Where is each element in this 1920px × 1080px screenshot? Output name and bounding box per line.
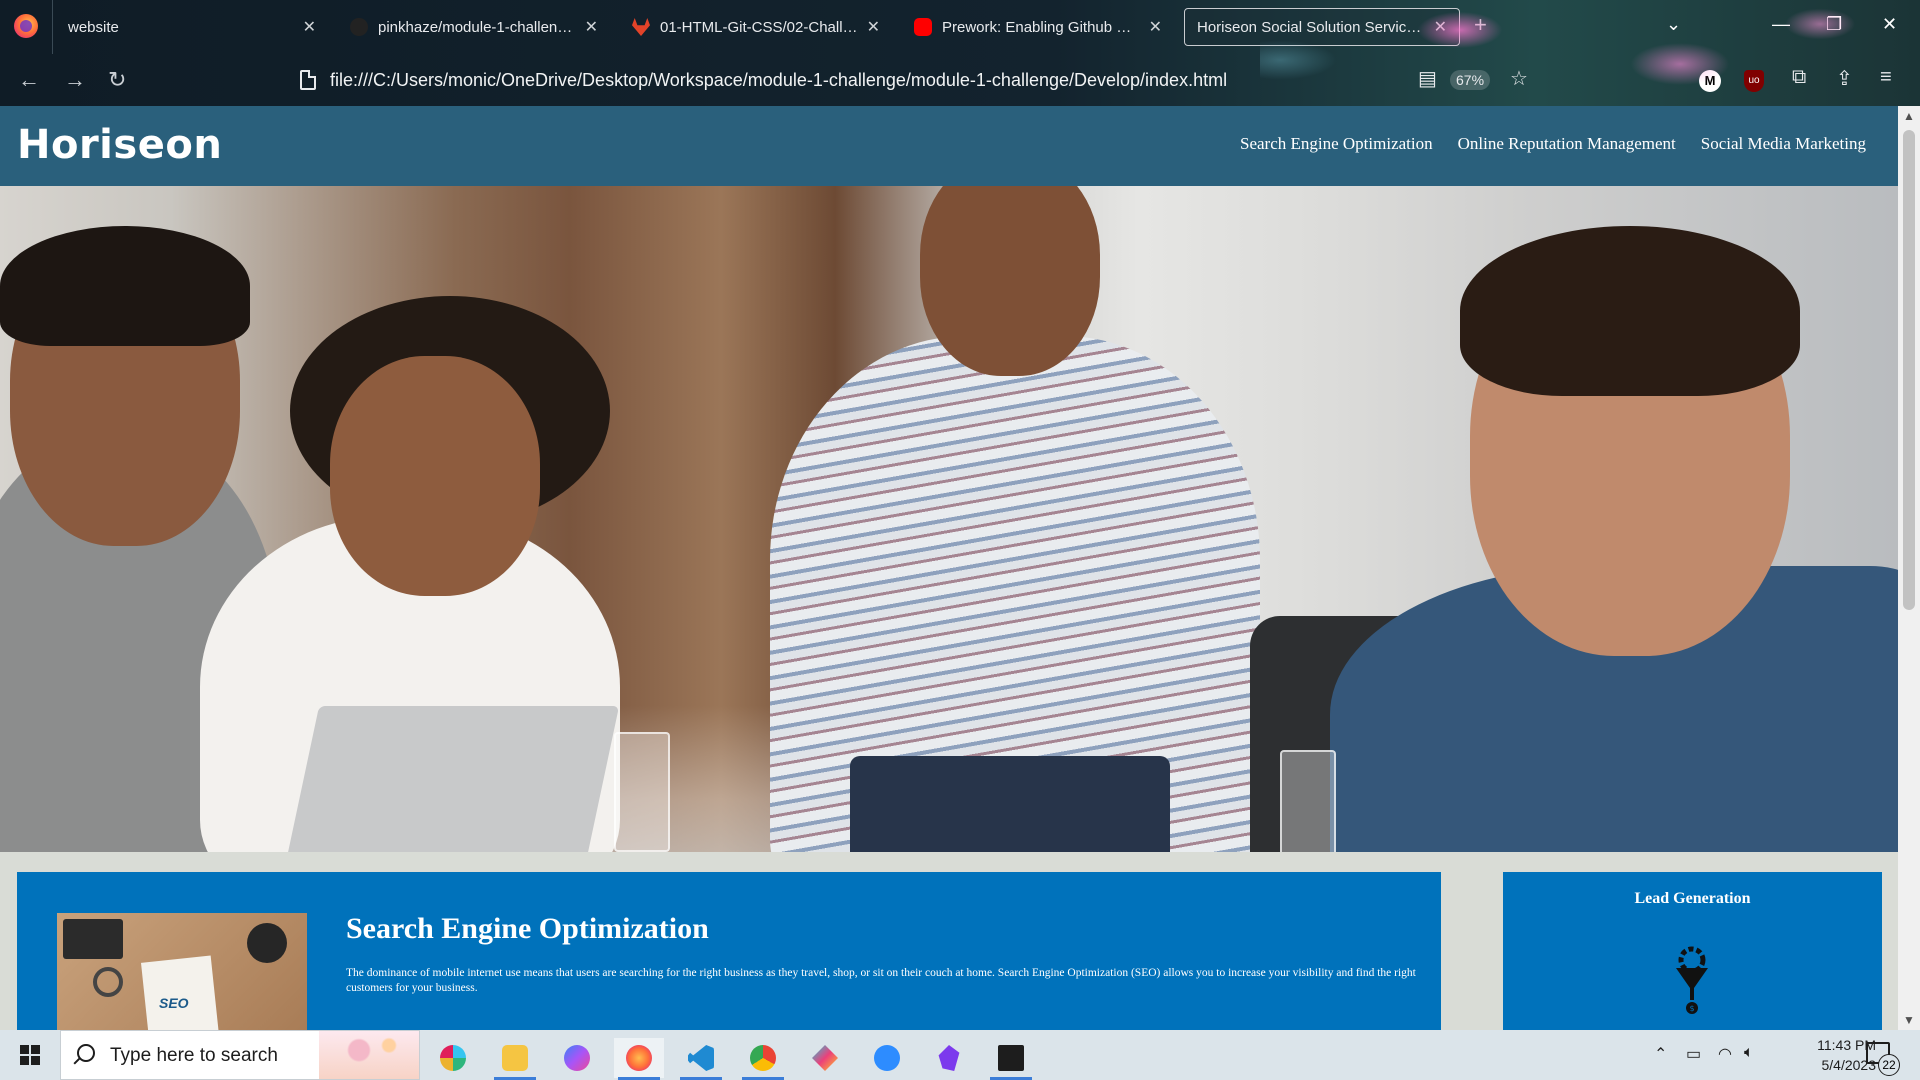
firefox-taskbar-icon[interactable] [614, 1038, 664, 1080]
share-icon[interactable]: ⇪ [1836, 66, 1853, 91]
page-scrollbar[interactable]: ▲ ▼ [1898, 106, 1920, 1030]
obsidian-icon[interactable] [924, 1038, 974, 1078]
hero-glass-shape [1280, 750, 1336, 852]
pen-cup-shape [247, 923, 287, 963]
zoom-level[interactable]: 67% [1450, 70, 1491, 90]
reload-icon[interactable]: ↻ [108, 66, 126, 94]
hero-person-shape [1460, 226, 1800, 396]
url-text[interactable]: file:///C:/Users/monic/OneDrive/Desktop/… [330, 70, 1227, 91]
gitkraken-icon[interactable] [800, 1038, 850, 1078]
seo-paragraph: The dominance of mobile internet use mea… [346, 967, 1416, 994]
youtube-icon [914, 18, 932, 36]
slack-icon[interactable] [428, 1038, 478, 1078]
lead-heading: Lead Generation [1634, 890, 1751, 907]
forward-arrow-icon[interactable]: → [64, 66, 86, 94]
tab-website[interactable]: website ✕ [56, 8, 328, 46]
search-icon [77, 1044, 95, 1062]
wifi-icon[interactable]: ◠ [1718, 1044, 1732, 1064]
ublock-icon[interactable]: uo [1744, 70, 1764, 92]
zoom-icon[interactable] [862, 1038, 912, 1078]
chevron-up-icon[interactable]: ⌃ [1654, 1044, 1667, 1064]
close-icon[interactable]: ✕ [303, 17, 316, 37]
site-header: Horiseon Search Engine Optimization Onli… [0, 106, 1898, 186]
nav-link-seo[interactable]: Search Engine Optimization [1240, 134, 1433, 154]
nav-link-reputation[interactable]: Online Reputation Management [1458, 134, 1676, 154]
window-close-icon[interactable]: ✕ [1882, 14, 1897, 35]
scroll-thumb[interactable] [1903, 130, 1915, 610]
taskbar-clock[interactable]: 11:43 PM 5/4/2023 [1766, 1035, 1876, 1075]
tab-github-repo[interactable]: pinkhaze/module-1-challenge: ✕ [338, 8, 610, 46]
extension-m-icon[interactable]: M [1699, 70, 1721, 92]
close-icon[interactable]: ✕ [1434, 17, 1447, 37]
page-icon[interactable] [300, 70, 316, 90]
browser-chrome: website ✕ pinkhaze/module-1-challenge: ✕… [0, 0, 1920, 106]
star-icon[interactable]: ☆ [1510, 66, 1528, 91]
tab-horiseon[interactable]: Horiseon Social Solution Services, In ✕ [1184, 8, 1460, 46]
close-icon[interactable]: ✕ [585, 17, 598, 37]
seo-image-label: SEO [159, 995, 189, 1011]
gitlab-icon [632, 18, 650, 36]
tab-title: Horiseon Social Solution Services, In [1197, 18, 1426, 36]
close-icon[interactable]: ✕ [1149, 17, 1162, 37]
hero-image [0, 186, 1898, 852]
hero-glass-shape [614, 732, 670, 852]
tab-bar: website ✕ pinkhaze/module-1-challenge: ✕… [0, 0, 1920, 54]
windows-taskbar: Type here to search ⌃ ▭ ◠ 🔈︎ 11:43 PM 5/… [0, 1030, 1920, 1080]
copilot-icon[interactable] [552, 1038, 602, 1078]
lead-generation-card: Lead Generation $ [1503, 872, 1882, 1030]
github-icon [350, 18, 368, 36]
close-icon[interactable]: ✕ [867, 17, 880, 37]
seo-heading: Search Engine Optimization [346, 912, 709, 945]
keyboard-shape [63, 919, 123, 959]
clock-time: 11:43 PM [1817, 1037, 1876, 1053]
page-viewport: Horiseon Search Engine Optimization Onli… [0, 106, 1920, 1030]
list-tabs-icon[interactable]: ⌄ [1666, 14, 1681, 35]
reader-view-icon[interactable]: ▤ [1418, 66, 1437, 91]
minimize-icon[interactable]: — [1772, 14, 1790, 35]
vscode-icon[interactable] [676, 1038, 726, 1080]
battery-icon[interactable]: ▭ [1686, 1044, 1701, 1064]
new-tab-icon[interactable]: + [1474, 12, 1487, 38]
lead-funnel-icon: $ [1676, 946, 1708, 1014]
tab-title: 01-HTML-Git-CSS/02-Challenge [660, 18, 859, 36]
tab-title: Prework: Enabling Github Pages [942, 18, 1141, 36]
tab-gitlab[interactable]: 01-HTML-Git-CSS/02-Challenge ✕ [620, 8, 892, 46]
puzzle-icon[interactable]: ⧉ [1792, 66, 1806, 89]
terminal-icon[interactable] [986, 1038, 1036, 1080]
tab-title: pinkhaze/module-1-challenge: [378, 18, 577, 36]
clock-date: 5/4/2023 [1821, 1057, 1877, 1073]
search-highlight-image [319, 1031, 419, 1079]
site-logo[interactable]: Horiseon [17, 122, 222, 168]
chrome-icon[interactable] [738, 1038, 788, 1080]
seo-card: SEO Search Engine Optimization The domin… [17, 872, 1441, 1030]
restore-icon[interactable]: ❐ [1826, 14, 1842, 35]
hero-person-shape [0, 226, 250, 346]
scroll-up-icon[interactable]: ▲ [1898, 106, 1920, 126]
windows-start-icon[interactable] [20, 1045, 40, 1065]
tab-divider [52, 0, 53, 54]
scroll-down-icon[interactable]: ▼ [1898, 1010, 1920, 1030]
svg-text:$: $ [1689, 1004, 1694, 1013]
content-area: SEO Search Engine Optimization The domin… [0, 852, 1898, 1030]
volume-icon[interactable]: 🔈︎ [1744, 1044, 1754, 1062]
tab-youtube[interactable]: Prework: Enabling Github Pages ✕ [902, 8, 1174, 46]
hamburger-menu-icon[interactable]: ≡ [1880, 66, 1892, 89]
nav-link-social[interactable]: Social Media Marketing [1701, 134, 1866, 154]
taskbar-search[interactable]: Type here to search [60, 1030, 420, 1080]
back-arrow-icon[interactable]: ← [18, 66, 40, 94]
hero-laptop-shape [280, 706, 620, 852]
hero-person-shape [330, 356, 540, 596]
notepad-shape [141, 955, 219, 1030]
notification-count: 22 [1878, 1054, 1900, 1076]
magnifier-icon [93, 967, 123, 997]
file-explorer-icon[interactable] [490, 1038, 540, 1080]
hero-person-shape [920, 186, 1100, 376]
hero-person-shape [850, 756, 1170, 852]
firefox-icon[interactable] [14, 14, 38, 38]
site-nav: Search Engine Optimization Online Reputa… [1240, 134, 1866, 154]
tab-title: website [68, 18, 119, 36]
search-placeholder: Type here to search [110, 1045, 278, 1066]
seo-image: SEO [57, 913, 307, 1030]
